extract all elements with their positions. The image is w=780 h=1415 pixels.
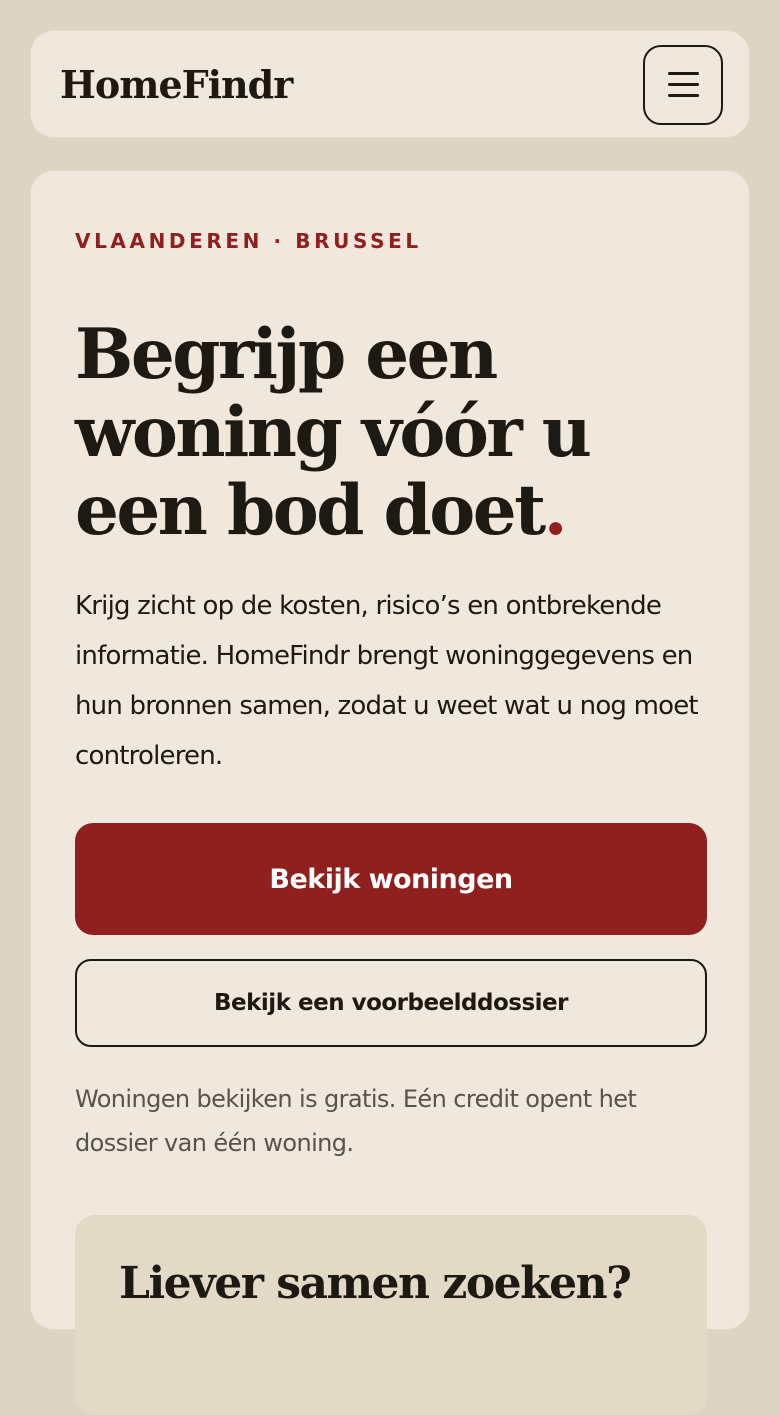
hero-intro: Krijg zicht op de kosten, risico’s en on… — [75, 591, 699, 771]
hero-card: VLAANDEREN · BRUSSEL Begrijp een woning … — [30, 170, 750, 1415]
region-eyebrow: VLAANDEREN · BRUSSEL — [75, 229, 422, 253]
view-homes-button[interactable]: Bekijk woningen — [75, 823, 707, 935]
headline-line-3: een bod doet — [75, 470, 546, 551]
headline-line-2: woning vóór u — [75, 392, 592, 473]
example-dossier-button[interactable]: Bekijk een voorbeelddossier — [75, 959, 707, 1047]
pricing-note: Woningen bekijken is gratis. Eén credit … — [75, 1085, 637, 1157]
headline-line-1: Begrijp een — [75, 314, 498, 395]
site-header: HomeFindr — [30, 30, 750, 138]
search-together-card: Liever samen zoeken? — [75, 1215, 707, 1415]
logo[interactable]: HomeFindr — [60, 57, 293, 113]
search-together-title: Liever samen zoeken? — [119, 1258, 632, 1309]
headline-accent-dot: . — [543, 470, 568, 551]
menu-button[interactable] — [643, 45, 723, 125]
hero-headline: Begrijp een woning vóór u een bod doet. — [75, 316, 715, 550]
